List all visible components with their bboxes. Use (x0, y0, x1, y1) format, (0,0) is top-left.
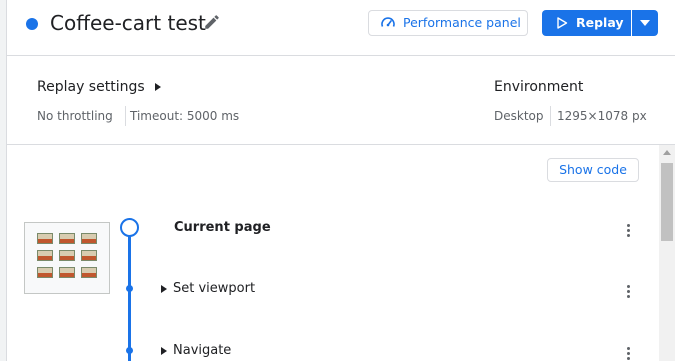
settings-divider (125, 106, 126, 126)
more-vert-icon[interactable] (620, 284, 636, 300)
device-value: Desktop (494, 109, 544, 123)
replay-settings-title[interactable]: Replay settings (37, 78, 145, 96)
recording-status-dot (26, 18, 38, 30)
step-current-page-label: Current page (174, 220, 271, 235)
cup-thumbnail (59, 267, 75, 278)
current-page-node (120, 218, 139, 237)
more-vert-icon[interactable] (620, 223, 636, 239)
left-panel-edge (0, 0, 7, 361)
cup-thumbnail (81, 233, 97, 244)
page-screenshot-thumbnail[interactable] (24, 222, 110, 294)
cup-thumbnail (37, 267, 53, 278)
cup-thumbnail (37, 233, 53, 244)
step-node (126, 285, 133, 292)
performance-panel-button[interactable]: Performance panel (368, 10, 528, 36)
performance-panel-label: Performance panel (403, 15, 521, 30)
cup-thumbnail (59, 233, 75, 244)
environment-divider (550, 106, 551, 126)
vertical-scrollbar[interactable] (659, 145, 675, 361)
step-set-viewport-label[interactable]: Set viewport (173, 281, 255, 297)
replay-label: Replay (576, 15, 624, 30)
recording-title: Coffee-cart test (50, 11, 206, 35)
replay-button[interactable]: Replay (542, 10, 631, 36)
triangle-down-icon (640, 20, 650, 26)
steps-panel: Show code Current page Set viewport Navi… (7, 145, 659, 361)
show-code-button[interactable]: Show code (547, 158, 639, 182)
expand-arrow-icon[interactable] (161, 285, 167, 293)
scroll-up-arrow-icon[interactable] (663, 150, 671, 155)
timeout-value: Timeout: 5000 ms (130, 109, 240, 123)
step-navigate-label[interactable]: Navigate (173, 343, 231, 359)
cup-thumbnail (81, 267, 97, 278)
recording-header: Coffee-cart test Performance panel Repla… (7, 0, 675, 56)
expand-arrow-icon[interactable] (161, 347, 167, 355)
viewport-value: 1295×1078 px (557, 109, 647, 123)
pencil-icon[interactable] (203, 13, 221, 31)
more-vert-icon[interactable] (620, 346, 636, 362)
cup-thumbnail (59, 250, 75, 261)
cup-thumbnail (81, 250, 97, 261)
cup-thumbnail (37, 250, 53, 261)
replay-settings-panel: Replay settings No throttling Timeout: 5… (7, 56, 675, 145)
timeline-line (128, 234, 131, 361)
scrollbar-thumb[interactable] (661, 163, 673, 241)
expand-arrow-icon[interactable] (155, 83, 161, 91)
play-icon (557, 17, 568, 29)
throttling-value: No throttling (37, 109, 113, 123)
step-node (126, 347, 133, 354)
environment-title: Environment (494, 79, 584, 95)
gauge-icon (381, 17, 395, 27)
replay-options-button[interactable] (632, 10, 658, 36)
